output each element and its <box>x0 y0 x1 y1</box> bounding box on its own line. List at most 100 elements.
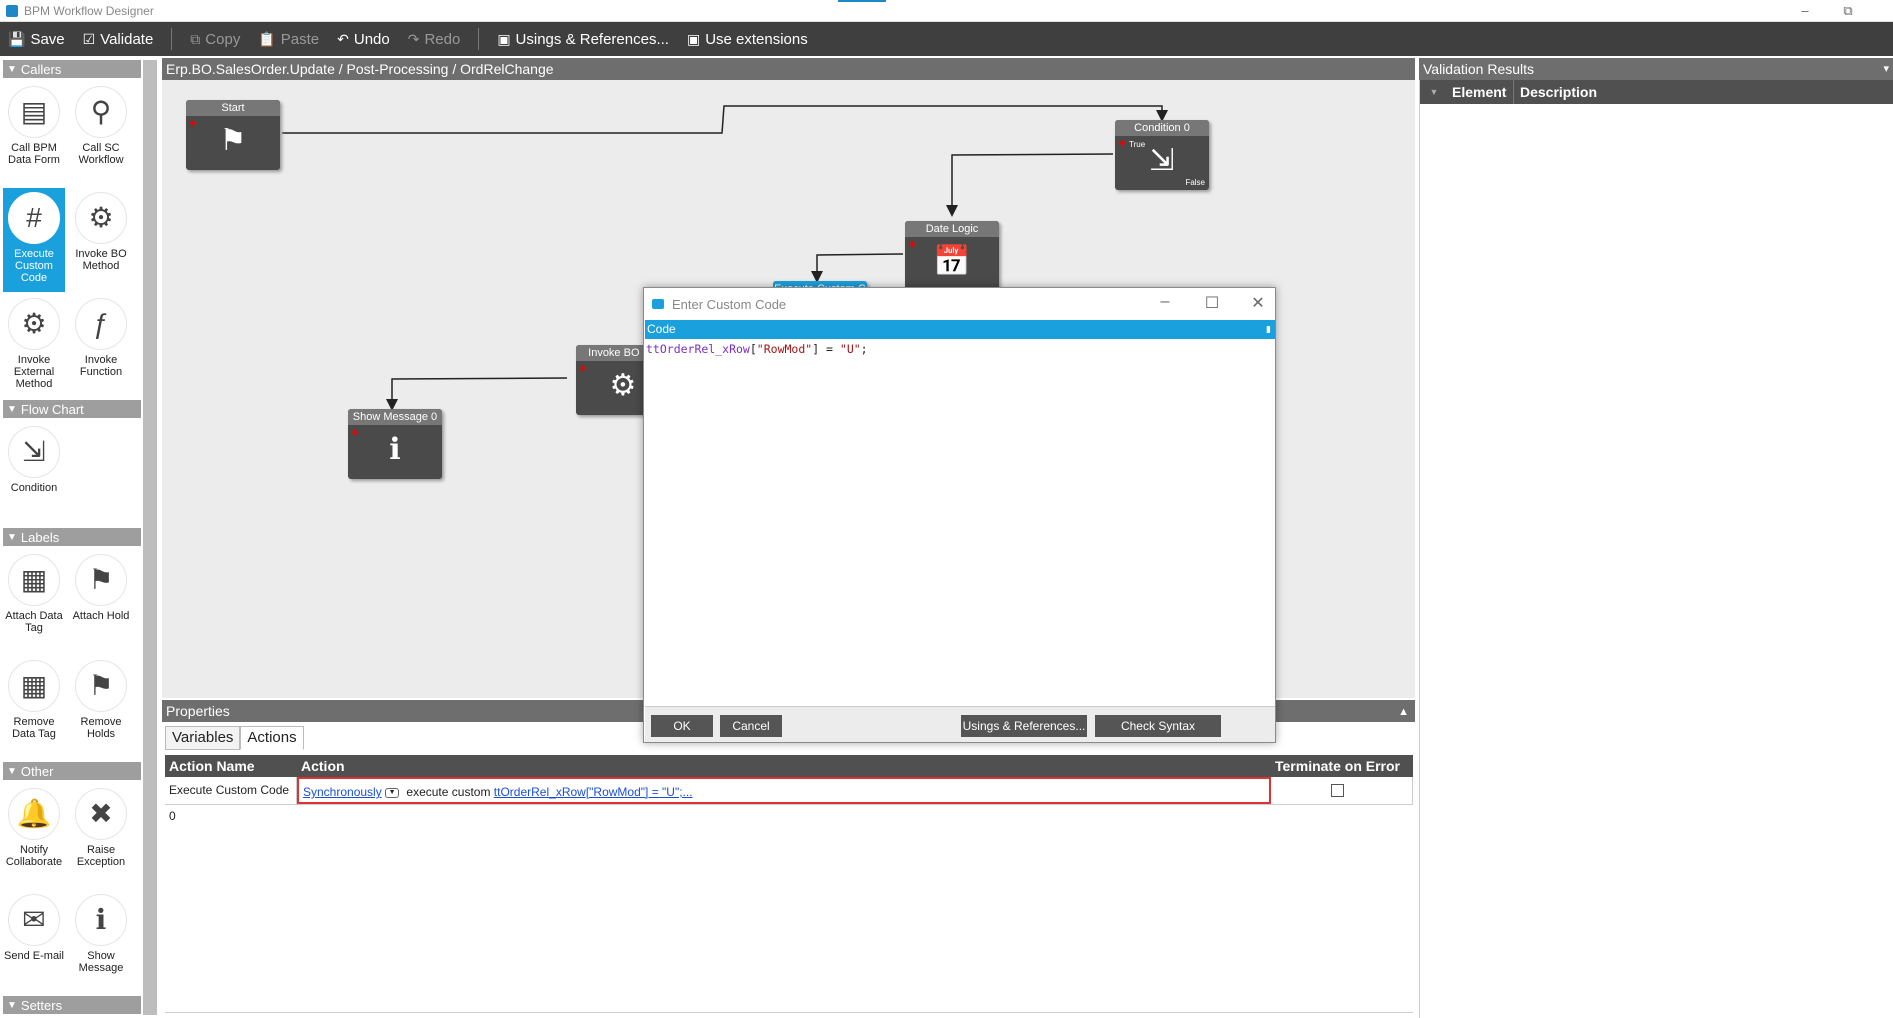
tool-send-email[interactable]: ✉ Send E-mail <box>3 890 65 994</box>
plus-icon: + <box>351 424 360 440</box>
check-syntax-button[interactable]: Check Syntax <box>1095 715 1221 737</box>
code-editor[interactable]: ttOrderRel_xRow["RowMod"] = "U"; <box>645 338 1275 706</box>
expand-icon[interactable]: ▼ <box>1420 80 1448 104</box>
dialog-button-bar: OK Cancel Usings & References... Check S… <box>645 706 1275 742</box>
remove-tag-icon: ▦ <box>8 660 60 712</box>
table-header: Action Name Action Terminate on Error <box>165 755 1413 777</box>
connector <box>282 105 1168 134</box>
connector <box>386 377 568 411</box>
external-method-icon: ⚙ <box>8 298 60 350</box>
connector <box>811 253 904 283</box>
terminate-checkbox[interactable] <box>1331 784 1344 798</box>
mode-link[interactable]: Synchronously <box>303 785 382 799</box>
code-punct: ] = <box>812 342 840 356</box>
column-element[interactable]: Element <box>1448 80 1514 104</box>
dialog-title-bar: Enter Custom Code – ☐ ✕ <box>644 288 1275 320</box>
pin-icon[interactable]: ▲ <box>1398 701 1409 723</box>
node-show-message-0[interactable]: Show Message 0 + ℹ <box>348 409 442 479</box>
tool-condition[interactable]: ⇲ Condition <box>3 422 65 526</box>
pin-icon[interactable]: ▮ <box>1266 320 1271 338</box>
extensions-icon: ▣ <box>686 30 701 47</box>
form-icon: ▤ <box>8 86 60 138</box>
tool-remove-holds[interactable]: ⚑ Remove Holds <box>70 656 132 760</box>
tool-show-message[interactable]: ℹ Show Message <box>70 890 132 994</box>
references-icon: ▣ <box>497 30 511 47</box>
validation-columns: ▼ Element Description <box>1420 80 1893 104</box>
palette-group-flow-chart[interactable]: ▼ Flow Chart <box>3 400 141 418</box>
column-header[interactable]: Action Name <box>165 755 297 777</box>
save-button[interactable]: 💾 Save <box>8 31 65 48</box>
window-title: BPM Workflow Designer <box>24 4 154 18</box>
minimize-icon[interactable]: – <box>1154 293 1176 311</box>
tool-attach-data-tag[interactable]: ▦ Attach Data Tag <box>3 550 65 654</box>
validate-button[interactable]: ☑ Validate <box>83 31 154 48</box>
tool-execute-custom-code[interactable]: # Execute Custom Code <box>3 188 65 292</box>
ok-button[interactable]: OK <box>651 715 713 737</box>
usings-references-button[interactable]: ▣ Usings & References... <box>497 31 669 48</box>
code-link[interactable]: ttOrderRel_xRow["RowMod"] = "U";... <box>494 785 693 799</box>
palette-scrollbar[interactable] <box>143 60 157 1015</box>
tool-invoke-function[interactable]: ƒ Invoke Function <box>70 294 132 398</box>
restore-icon[interactable]: ⧉ <box>1838 3 1858 19</box>
properties-bottom-border <box>165 1012 1413 1018</box>
minimize-icon[interactable]: – <box>1795 3 1815 18</box>
dropdown-icon[interactable]: ▼ <box>385 787 400 798</box>
code-string: "U" <box>839 342 861 356</box>
palette-group-other[interactable]: ▼ Other <box>3 762 141 780</box>
function-icon: ƒ <box>75 298 127 350</box>
code-file-icon: # <box>8 192 60 244</box>
save-icon: 💾 <box>8 30 26 47</box>
node-start[interactable]: Start + ⚑ <box>186 100 280 170</box>
dialog-app-icon <box>652 299 664 309</box>
activity-palette: ▼ Callers ▤ Call BPM Data Form ⚲ Call SC Wo… <box>0 58 159 1018</box>
tool-call-sc-workflow[interactable]: ⚲ Call SC Workflow <box>70 82 132 186</box>
paste-button[interactable]: 📋 Paste <box>258 31 319 48</box>
tool-call-bpm-data-form[interactable]: ▤ Call BPM Data Form <box>3 82 65 186</box>
dialog-title: Enter Custom Code <box>672 297 787 312</box>
tab-variables[interactable]: Variables <box>165 726 241 750</box>
column-header[interactable]: Terminate on Error <box>1271 755 1413 777</box>
tool-remove-data-tag[interactable]: ▦ Remove Data Tag <box>3 656 65 760</box>
column-header[interactable]: Action <box>297 755 1271 777</box>
use-extensions-button[interactable]: ▣ Use extensions <box>687 31 808 48</box>
data-tag-icon: ▦ <box>8 554 60 606</box>
usings-references-button[interactable]: Usings & References... <box>961 715 1087 737</box>
redo-icon: ↷ <box>407 30 420 47</box>
copy-button[interactable]: ⧉ Copy <box>190 31 240 48</box>
breadcrumb: Erp.BO.SalesOrder.Update / Post-Processi… <box>162 58 1415 80</box>
copy-icon: ⧉ <box>190 30 201 47</box>
palette-group-callers[interactable]: ▼ Callers <box>3 60 141 78</box>
code-header: Code ▮ <box>645 320 1275 338</box>
chevron-down-icon: ▼ <box>7 531 17 543</box>
tool-notify-collaborate[interactable]: 🔔 Notify Collaborate <box>3 784 65 888</box>
code-string: "RowMod" <box>756 342 813 356</box>
app-icon <box>6 5 18 17</box>
info-icon: ℹ <box>389 433 401 466</box>
cancel-button[interactable]: Cancel <box>720 715 782 737</box>
node-date-logic[interactable]: Date Logic + 📅 <box>905 221 999 291</box>
workflow-icon: ⚲ <box>75 86 127 138</box>
calendar-icon: 📅 <box>933 245 971 278</box>
close-icon[interactable]: ✕ <box>1247 293 1269 313</box>
redo-button[interactable]: ↷ Redo <box>408 31 461 48</box>
column-description[interactable]: Description <box>1514 80 1597 104</box>
action-cell[interactable]: Synchronously ▼ execute custom ttOrderRe… <box>297 777 1271 804</box>
maximize-icon[interactable]: ☐ <box>1201 293 1223 313</box>
tool-raise-exception[interactable]: ✖ Raise Exception <box>70 784 132 888</box>
hold-tag-icon: ⚑ <box>75 554 127 606</box>
bo-method-icon: ⚙ <box>75 192 127 244</box>
code-identifier: ttOrderRel_xRow <box>646 342 750 356</box>
palette-group-labels[interactable]: ▼ Labels <box>3 528 141 546</box>
code-punct: ; <box>860 342 868 356</box>
chevron-down-icon[interactable]: ▾ <box>1883 58 1889 80</box>
node-condition-0[interactable]: Condition 0 + True ⇲ False <box>1115 120 1209 190</box>
tool-invoke-external-method[interactable]: ⚙ Invoke External Method <box>3 294 65 398</box>
table-row[interactable]: Execute Custom Code 0 Synchronously ▼ ex… <box>165 777 1413 823</box>
tool-attach-hold[interactable]: ⚑ Attach Hold <box>70 550 132 654</box>
paste-icon: 📋 <box>258 30 276 47</box>
title-bar: BPM Workflow Designer – ⧉ <box>0 0 1893 22</box>
undo-button[interactable]: ↶ Undo <box>337 31 390 48</box>
tool-invoke-bo-method[interactable]: ⚙ Invoke BO Method <box>70 188 132 292</box>
palette-group-setters[interactable]: ▼ Setters <box>3 996 141 1014</box>
tab-actions[interactable]: Actions <box>240 726 304 750</box>
